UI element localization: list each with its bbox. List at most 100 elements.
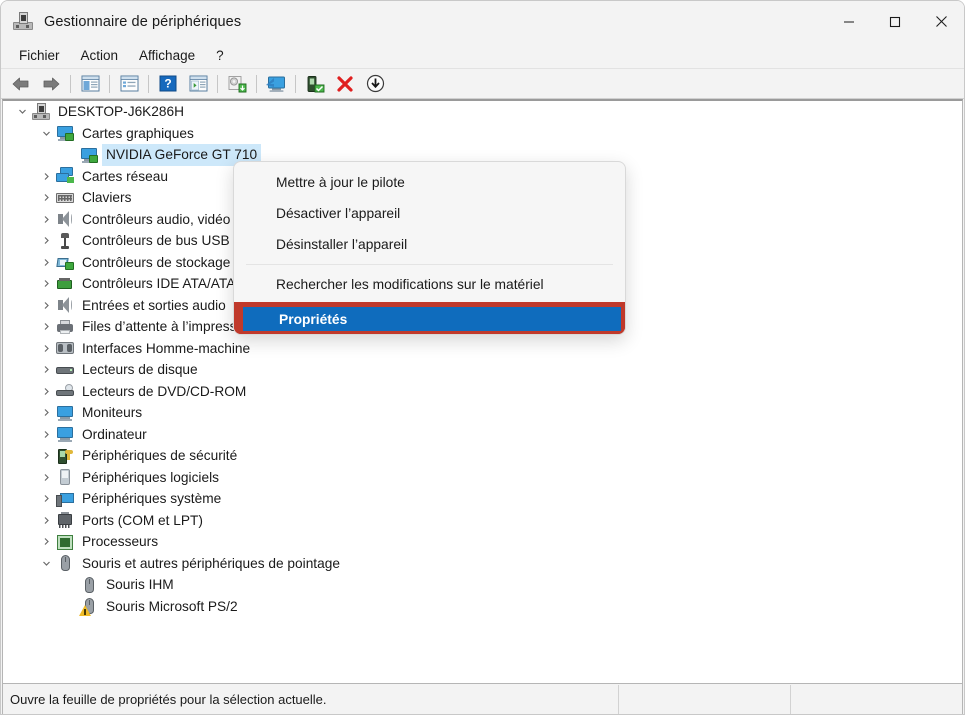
disk-drive-icon [55,360,75,380]
tree-node-peripheriques-securite[interactable]: Périphériques de sécurité [3,445,962,467]
context-menu-separator [246,264,613,265]
chevron-down-icon[interactable] [37,553,55,575]
maximize-button[interactable] [872,1,918,42]
keyboard-icon [55,188,75,208]
help-icon[interactable]: ? [153,71,183,97]
menu-affichage[interactable]: Affichage [130,45,204,66]
menu-fichier[interactable]: Fichier [10,45,69,66]
monitor-icon [55,403,75,423]
chevron-right-icon[interactable] [37,445,55,467]
window-controls [826,1,964,42]
tree-node-peripheriques-systeme[interactable]: Périphériques système [3,488,962,510]
tree-node-label: Processeurs [82,534,159,549]
toolbar-separator [295,74,296,93]
tree-node-lecteurs-disque[interactable]: Lecteurs de disque [3,359,962,381]
chevron-right-icon[interactable] [37,338,55,360]
scan-hardware-changes-icon[interactable] [261,71,291,97]
tree-node-cartes-graphiques[interactable]: Cartes graphiques [3,123,962,145]
chevron-right-icon[interactable] [37,187,55,209]
status-cell-2 [790,684,962,714]
tree-node-label: Cartes graphiques [82,125,194,141]
chevron-down-icon[interactable] [37,123,55,145]
chevron-right-icon[interactable] [37,295,55,317]
window-title: Gestionnaire de périphériques [44,13,242,30]
tree-node-ordinateur[interactable]: Ordinateur [3,424,962,446]
chevron-right-icon[interactable] [37,467,55,489]
chevron-right-icon[interactable] [37,273,55,295]
context-menu-item-uninstall-device[interactable]: Désinstaller l’appareil [234,229,625,260]
tree-node-label: Souris Microsoft PS/2 [106,598,238,614]
tree-node-ports[interactable]: Ports (COM et LPT) [3,510,962,532]
tree-node-souris-ihm[interactable]: Souris IHM [3,574,962,596]
chevron-right-icon[interactable] [37,359,55,381]
computer-icon [31,102,51,122]
monitor-icon [55,424,75,444]
context-menu-item-update-driver[interactable]: Mettre à jour le pilote [234,167,625,198]
storage-controller-icon [55,252,75,272]
back-icon[interactable] [6,71,36,97]
tree-node-label: Cartes réseau [82,168,168,184]
disable-device-icon[interactable] [360,71,390,97]
update-driver-icon[interactable] [222,71,252,97]
mouse-warning-icon [79,596,99,617]
chevron-down-icon[interactable] [13,101,31,123]
toolbar-separator [148,74,149,93]
toolbar: ? [1,69,964,99]
tree-node-souris-pointage[interactable]: Souris et autres périphériques de pointa… [3,553,962,575]
tree-node-label: Périphériques logiciels [82,469,219,485]
tree-node-label: Contrôleurs de bus USB [82,233,230,248]
uninstall-device-icon[interactable] [330,71,360,97]
properties-icon[interactable] [114,71,144,97]
mouse-icon [55,553,75,573]
tree-node-root[interactable]: DESKTOP-J6K286H [3,101,962,123]
toolbar-separator [109,74,110,93]
tree-node-moniteurs[interactable]: Moniteurs [3,402,962,424]
tree-node-lecteurs-dvd-cdrom[interactable]: Lecteurs de DVD/CD-ROM [3,381,962,403]
chevron-right-icon[interactable] [37,252,55,274]
chevron-right-icon[interactable] [37,381,55,403]
chevron-right-icon[interactable] [37,402,55,424]
chevron-right-icon[interactable] [37,230,55,252]
enable-device-icon[interactable] [300,71,330,97]
system-device-icon [55,489,75,509]
hid-icon [55,338,75,358]
status-bar: Ouvre la feuille de propriétés pour la s… [2,683,963,714]
menu-help[interactable]: ? [207,45,233,66]
view-details-icon[interactable] [183,71,213,97]
chevron-right-icon[interactable] [37,316,55,338]
context-menu-item-scan-hardware-changes[interactable]: Rechercher les modifications sur le maté… [234,269,625,300]
menu-bar: Fichier Action Affichage ? [1,42,964,69]
chevron-placeholder [61,574,79,596]
tree-node-souris-microsoft-ps2[interactable]: Souris Microsoft PS/2 [3,596,962,618]
tree-node-processeurs[interactable]: Processeurs [3,531,962,553]
processor-icon [55,532,75,552]
minimize-button[interactable] [826,1,872,42]
context-menu-item-properties[interactable]: Propriétés [243,307,621,331]
display-adapter-icon [79,145,99,165]
usb-icon [55,231,75,251]
chevron-placeholder [61,596,79,618]
tree-node-peripheriques-logiciels[interactable]: Périphériques logiciels [3,467,962,489]
tree-node-label: DESKTOP-J6K286H [58,104,185,119]
chevron-right-icon[interactable] [37,209,55,231]
sound-icon [55,295,75,315]
chevron-right-icon[interactable] [37,510,55,532]
chevron-right-icon[interactable] [37,166,55,188]
close-button[interactable] [918,1,964,42]
tree-node-label: Lecteurs de DVD/CD-ROM [82,383,247,399]
menu-action[interactable]: Action [72,45,128,66]
tree-node-interfaces-homme-machine[interactable]: Interfaces Homme-machine [3,338,962,360]
tree-node-label: Claviers [82,190,132,205]
status-cell-1 [618,684,790,714]
forward-icon[interactable] [36,71,66,97]
context-menu-item-disable-device[interactable]: Désactiver l’appareil [234,198,625,229]
chevron-right-icon[interactable] [37,531,55,553]
sound-icon [55,209,75,229]
toolbar-separator [70,74,71,93]
device-manager-icon [13,11,33,32]
chevron-right-icon[interactable] [37,488,55,510]
ide-controller-icon [55,274,75,294]
printer-icon [55,317,75,337]
show-hide-console-tree-icon[interactable] [75,71,105,97]
chevron-right-icon[interactable] [37,424,55,446]
